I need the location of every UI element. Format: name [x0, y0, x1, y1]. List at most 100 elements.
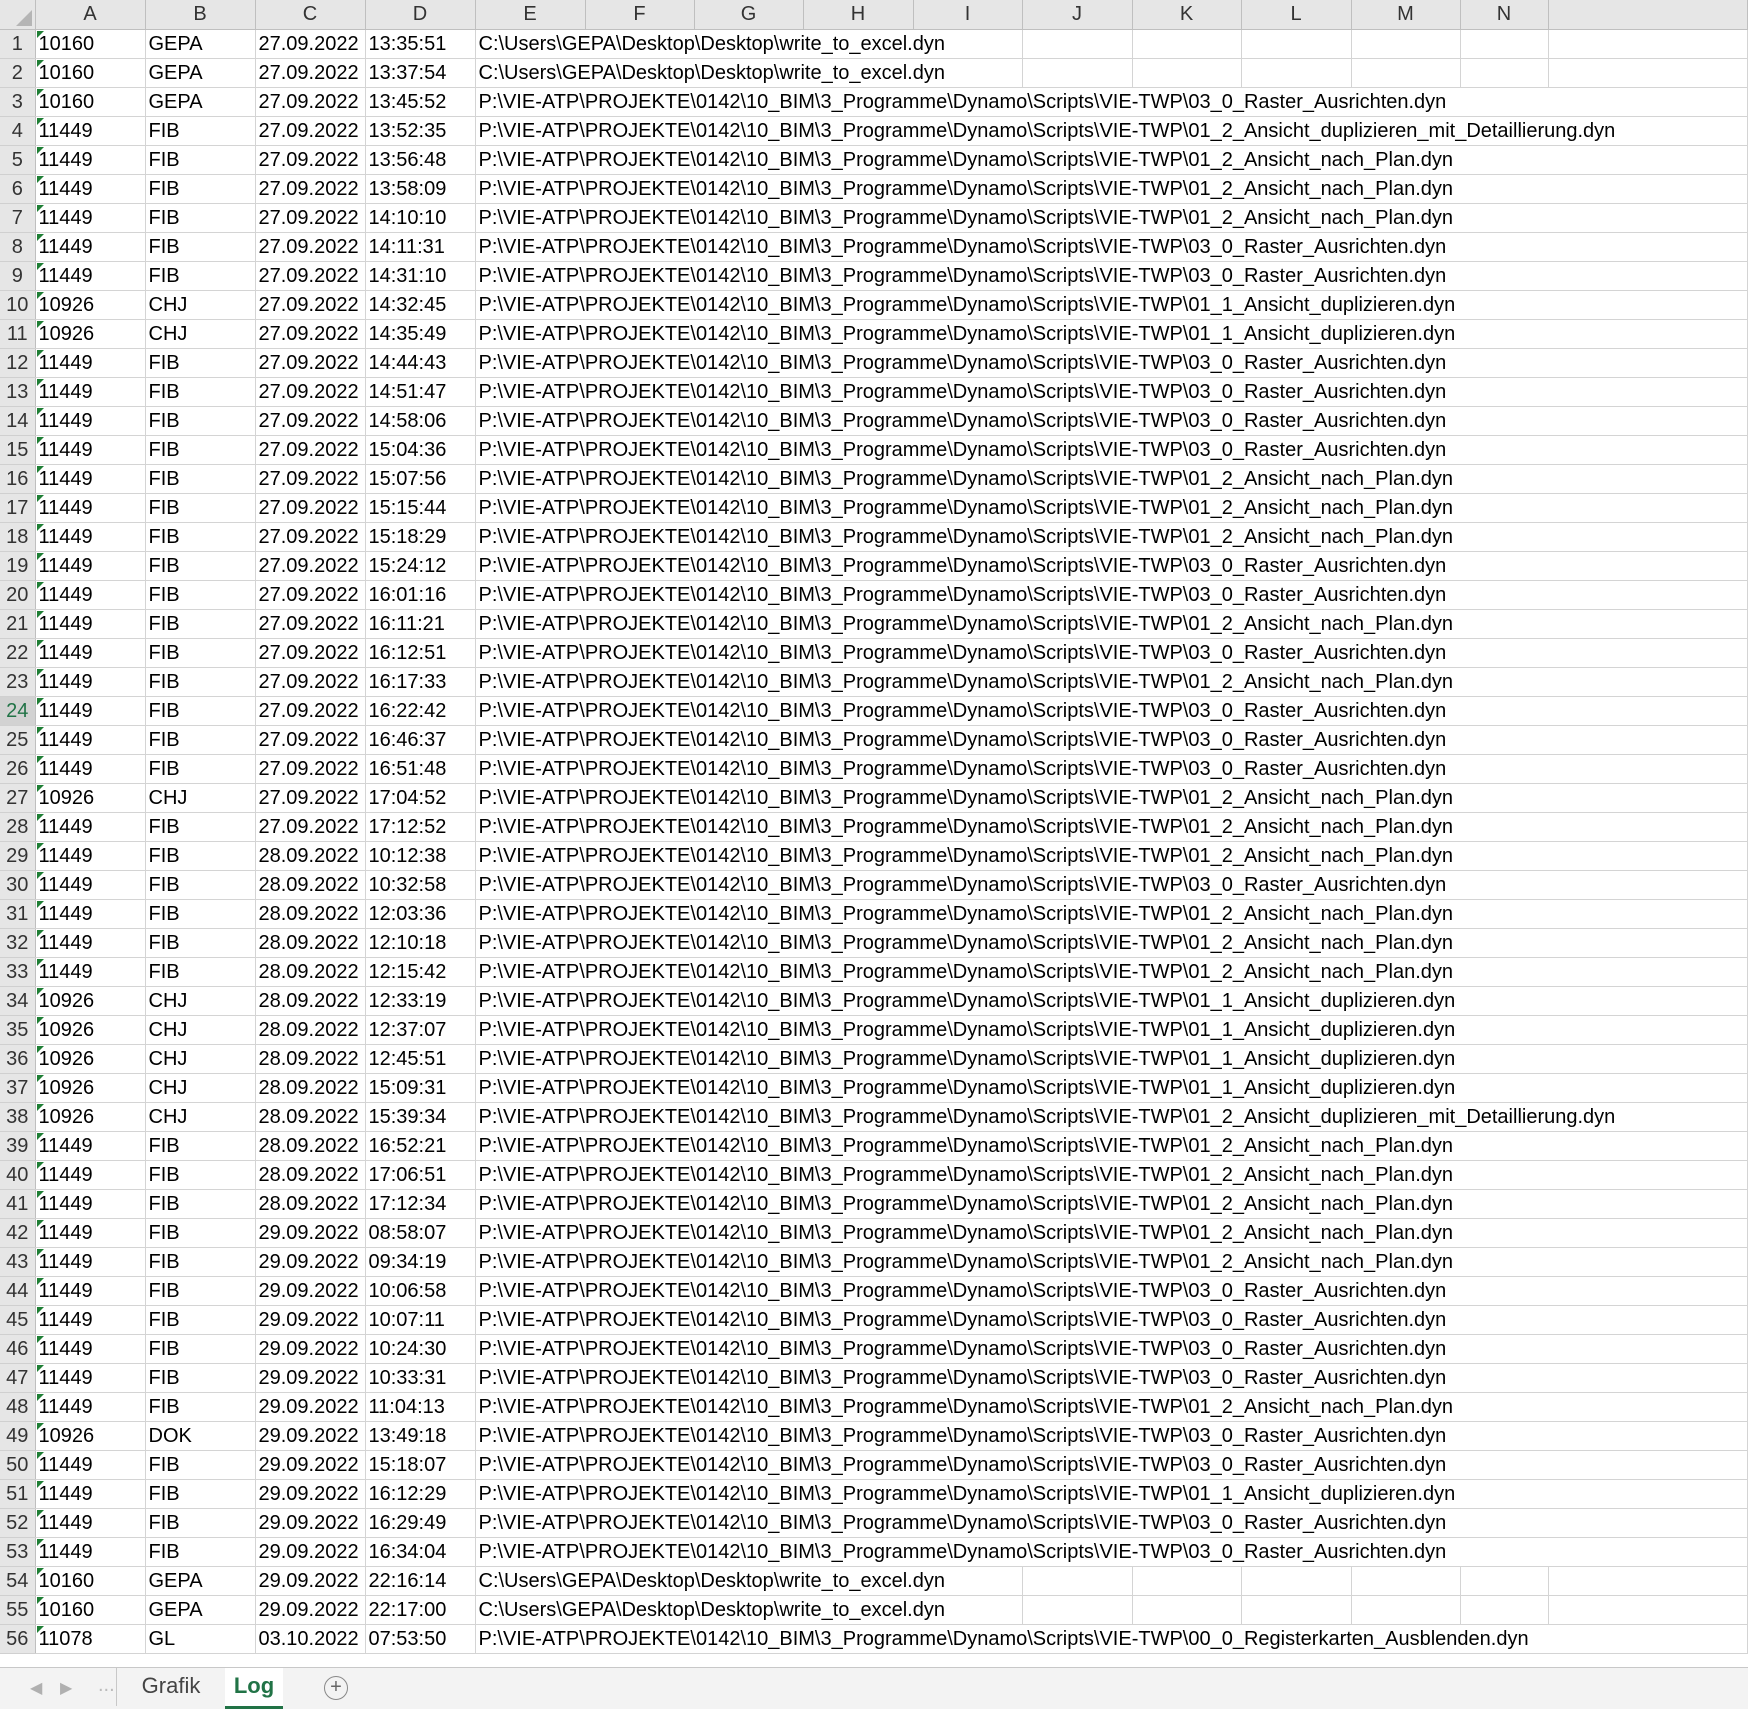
cell-b[interactable]: FIB [145, 957, 256, 987]
cell-n[interactable] [1460, 1421, 1548, 1451]
cell-a[interactable]: 11449 [35, 522, 146, 552]
cell-x[interactable] [1548, 1624, 1748, 1654]
cell-m[interactable] [1351, 1595, 1461, 1625]
cell-e[interactable]: P:\VIE-ATP\PROJEKTE\0142\10_BIM\3_Progra… [475, 1044, 1455, 1074]
row-header[interactable]: 54 [0, 1566, 36, 1596]
cell-d[interactable]: 17:04:52 [365, 783, 476, 813]
cell-a[interactable]: 11449 [35, 464, 146, 494]
cell-e[interactable]: P:\VIE-ATP\PROJEKTE\0142\10_BIM\3_Progra… [475, 1247, 1453, 1277]
cell-d[interactable]: 15:39:34 [365, 1102, 476, 1132]
cell-e[interactable]: P:\VIE-ATP\PROJEKTE\0142\10_BIM\3_Progra… [475, 203, 1453, 233]
cell-d[interactable]: 13:52:35 [365, 116, 476, 146]
cell-b[interactable]: FIB [145, 899, 256, 929]
cell-b[interactable]: FIB [145, 812, 256, 842]
cell-e[interactable]: P:\VIE-ATP\PROJEKTE\0142\10_BIM\3_Progra… [475, 522, 1453, 552]
cell-n[interactable] [1460, 145, 1548, 175]
cell-n[interactable] [1460, 522, 1548, 552]
cell-d[interactable]: 10:06:58 [365, 1276, 476, 1306]
cell-d[interactable]: 12:03:36 [365, 899, 476, 929]
cell-x[interactable] [1548, 1044, 1748, 1074]
cell-a[interactable]: 11449 [35, 1508, 146, 1538]
cell-b[interactable]: FIB [145, 1479, 256, 1509]
cell-d[interactable]: 15:15:44 [365, 493, 476, 523]
row-header[interactable]: 44 [0, 1276, 36, 1306]
cell-x[interactable] [1548, 1218, 1748, 1248]
cell-n[interactable] [1460, 725, 1548, 755]
cell-c[interactable]: 27.09.2022 [255, 203, 366, 233]
cell-n[interactable] [1460, 29, 1549, 59]
cell-c[interactable]: 27.09.2022 [255, 145, 366, 175]
row-header[interactable]: 42 [0, 1218, 36, 1248]
cell-k[interactable] [1132, 58, 1242, 88]
spreadsheet-grid[interactable]: ABCDEFGHIJKLMN 1 10160 GEPA 27.09.2022 13:35… [0, 0, 1748, 1654]
cell-c[interactable]: 28.09.2022 [255, 870, 366, 900]
cell-x[interactable] [1548, 841, 1748, 871]
cell-d[interactable]: 16:46:37 [365, 725, 476, 755]
row-header[interactable]: 8 [0, 232, 36, 262]
cell-b[interactable]: FIB [145, 1305, 256, 1335]
cell-b[interactable]: FIB [145, 145, 256, 175]
row-header[interactable]: 26 [0, 754, 36, 784]
cell-x[interactable] [1548, 899, 1748, 929]
cell-d[interactable]: 16:11:21 [365, 609, 476, 639]
cell-k[interactable] [1132, 1595, 1242, 1625]
cell-c[interactable]: 27.09.2022 [255, 493, 366, 523]
cell-n[interactable] [1460, 203, 1548, 233]
cell-e[interactable]: P:\VIE-ATP\PROJEKTE\0142\10_BIM\3_Progra… [475, 464, 1453, 494]
row-header[interactable]: 48 [0, 1392, 36, 1422]
cell-a[interactable]: 11449 [35, 435, 146, 465]
row-header[interactable]: 28 [0, 812, 36, 842]
cell-b[interactable]: GEPA [145, 1595, 256, 1625]
cell-a[interactable]: 10926 [35, 1421, 146, 1451]
cell-x[interactable] [1548, 1276, 1748, 1306]
cell-x[interactable] [1548, 87, 1748, 117]
row-header[interactable]: 22 [0, 638, 36, 668]
cell-d[interactable]: 13:45:52 [365, 87, 476, 117]
row-header[interactable]: 9 [0, 261, 36, 291]
cell-e[interactable]: P:\VIE-ATP\PROJEKTE\0142\10_BIM\3_Progra… [475, 609, 1453, 639]
row-header[interactable]: 45 [0, 1305, 36, 1335]
cell-e[interactable]: P:\VIE-ATP\PROJEKTE\0142\10_BIM\3_Progra… [475, 1218, 1453, 1248]
column-header-d[interactable]: D [365, 0, 476, 30]
cell-b[interactable]: GEPA [145, 58, 256, 88]
cell-c[interactable]: 28.09.2022 [255, 1160, 366, 1190]
cell-c[interactable]: 29.09.2022 [255, 1508, 366, 1538]
chevron-left-icon[interactable]: ◀ [30, 1678, 42, 1698]
cell-n[interactable] [1460, 261, 1548, 291]
cell-a[interactable]: 11449 [35, 1537, 146, 1567]
cell-n[interactable] [1460, 841, 1548, 871]
cell-a[interactable]: 11449 [35, 232, 146, 262]
cell-b[interactable]: FIB [145, 928, 256, 958]
cell-a[interactable]: 10926 [35, 783, 146, 813]
column-header-n[interactable]: N [1460, 0, 1549, 30]
cell-d[interactable]: 16:01:16 [365, 580, 476, 610]
cell-e[interactable]: P:\VIE-ATP\PROJEKTE\0142\10_BIM\3_Progra… [475, 870, 1446, 900]
cell-x[interactable] [1548, 957, 1748, 987]
cell-b[interactable]: FIB [145, 580, 256, 610]
cell-d[interactable]: 12:37:07 [365, 1015, 476, 1045]
cell-e[interactable]: P:\VIE-ATP\PROJEKTE\0142\10_BIM\3_Progra… [475, 1421, 1446, 1451]
cell-e[interactable]: P:\VIE-ATP\PROJEKTE\0142\10_BIM\3_Progra… [475, 1073, 1455, 1103]
cell-n[interactable] [1460, 1450, 1548, 1480]
cell-d[interactable]: 14:44:43 [365, 348, 476, 378]
cell-x[interactable] [1548, 812, 1748, 842]
cell-d[interactable]: 14:58:06 [365, 406, 476, 436]
cell-d[interactable]: 08:58:07 [365, 1218, 476, 1248]
cell-c[interactable]: 27.09.2022 [255, 464, 366, 494]
cell-m[interactable] [1351, 29, 1461, 59]
row-header[interactable]: 36 [0, 1044, 36, 1074]
cell-n[interactable] [1460, 696, 1548, 726]
row-header[interactable]: 25 [0, 725, 36, 755]
cell-e[interactable]: P:\VIE-ATP\PROJEKTE\0142\10_BIM\3_Progra… [475, 145, 1453, 175]
row-header[interactable]: 41 [0, 1189, 36, 1219]
cell-c[interactable]: 27.09.2022 [255, 435, 366, 465]
cell-b[interactable]: FIB [145, 1189, 256, 1219]
cell-b[interactable]: FIB [145, 435, 256, 465]
cell-b[interactable]: CHJ [145, 319, 256, 349]
cell-e[interactable]: P:\VIE-ATP\PROJEKTE\0142\10_BIM\3_Progra… [475, 435, 1446, 465]
cell-n[interactable] [1460, 1566, 1549, 1596]
cell-a[interactable]: 10160 [35, 87, 146, 117]
row-header[interactable]: 14 [0, 406, 36, 436]
cell-b[interactable]: FIB [145, 174, 256, 204]
cell-d[interactable]: 16:34:04 [365, 1537, 476, 1567]
